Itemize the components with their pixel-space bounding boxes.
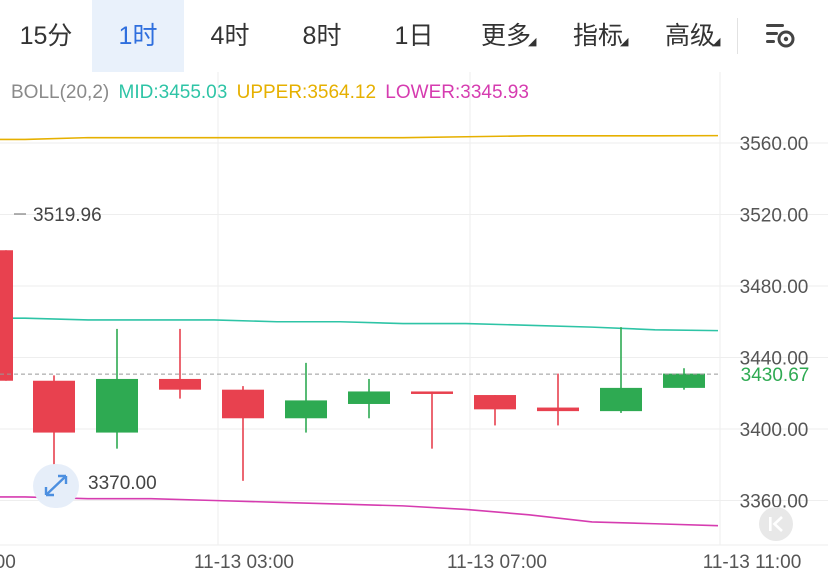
time-axis: 23:00 11-13 03:00 11-13 07:00 11-13 11:00 <box>0 552 801 573</box>
y-tick-label: 3560.00 <box>740 134 809 155</box>
candle-body-down <box>411 391 453 394</box>
candle-body-up <box>285 400 327 419</box>
y-tick-label: 3400.00 <box>740 420 809 441</box>
x-tick-label: 11-13 03:00 <box>194 552 294 573</box>
candle-body-down <box>537 407 579 412</box>
candle-body-up <box>663 373 705 388</box>
expand-icon <box>44 474 68 497</box>
boll-bands <box>0 134 719 527</box>
expand-chart-button[interactable] <box>33 464 79 508</box>
boll-lower-line <box>0 496 719 527</box>
candle-body-down <box>159 378 201 390</box>
candle-body-down <box>0 250 13 381</box>
boll-mid-line <box>0 317 719 332</box>
boll-upper-line <box>0 134 719 141</box>
candle-body-down <box>222 389 264 419</box>
candle-body-down <box>474 395 516 410</box>
chart-overlay: 3430.673519.963370.00 <box>0 205 828 494</box>
min-marker-label: 3370.00 <box>88 473 157 494</box>
candles <box>0 250 705 483</box>
x-tick-label: 23:00 <box>0 552 16 573</box>
x-tick-label: 11-13 07:00 <box>447 552 547 573</box>
y-tick-label: 3440.00 <box>740 349 809 370</box>
x-tick-label: 11-13 11:00 <box>703 552 802 573</box>
y-tick-label: 3480.00 <box>740 277 809 298</box>
max-marker-label: 3519.96 <box>33 205 102 226</box>
y-tick-label: 3520.00 <box>740 206 809 227</box>
candle-body-down <box>33 380 75 433</box>
price-axis: 3560.003520.003480.003440.003400.003360.… <box>740 134 809 513</box>
candle-body-up <box>96 378 138 433</box>
scroll-to-start-button[interactable] <box>759 507 793 541</box>
candle-body-up <box>600 387 642 412</box>
candlestick-chart[interactable]: 3430.673519.963370.00 3560.003520.003480… <box>0 0 828 580</box>
chevron-left-bar-icon <box>769 516 783 532</box>
candle-body-up <box>348 391 390 404</box>
